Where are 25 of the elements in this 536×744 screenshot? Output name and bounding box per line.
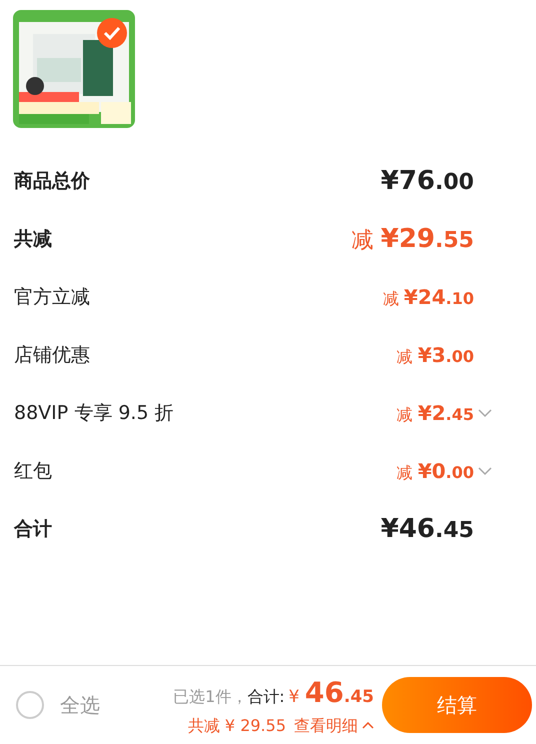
select-all-label: 全选 — [60, 692, 100, 719]
amount-text: ¥46.45 — [380, 512, 474, 546]
amount-text: ¥76.00 — [380, 164, 474, 198]
details-link[interactable]: 查看明细 — [294, 714, 374, 738]
chevron-down-icon[interactable] — [478, 409, 492, 418]
chevron-down-icon[interactable] — [478, 467, 492, 476]
discount-summary: 共减 ¥ 29.55 — [188, 715, 286, 737]
row-label: 合计 — [14, 516, 52, 542]
row-label: 官方立减 — [14, 284, 90, 310]
row-label: 红包 — [14, 458, 52, 484]
amount-text: 减 ¥29.55 — [352, 222, 474, 256]
amount-text: 减 ¥2.45 — [396, 400, 474, 427]
amount-text: 减 ¥24.10 — [382, 284, 474, 311]
select-all-checkbox[interactable] — [16, 691, 44, 719]
row-label: 共减 — [14, 226, 52, 252]
row-label: 商品总价 — [14, 168, 90, 194]
checkmark-icon[interactable] — [97, 18, 127, 48]
total-label: 合计: — [247, 686, 285, 708]
total-amount: ¥ 46.45 — [288, 675, 374, 711]
amount-text: 减 ¥3.00 — [396, 342, 474, 369]
selected-count: 已选1件， — [173, 686, 248, 708]
amount-text: 减 ¥0.00 — [396, 458, 474, 485]
row-label: 店铺优惠 — [14, 342, 90, 368]
checkout-button[interactable]: 结算 — [382, 677, 532, 733]
row-label: 88VIP 专享 9.5 折 — [14, 400, 174, 426]
